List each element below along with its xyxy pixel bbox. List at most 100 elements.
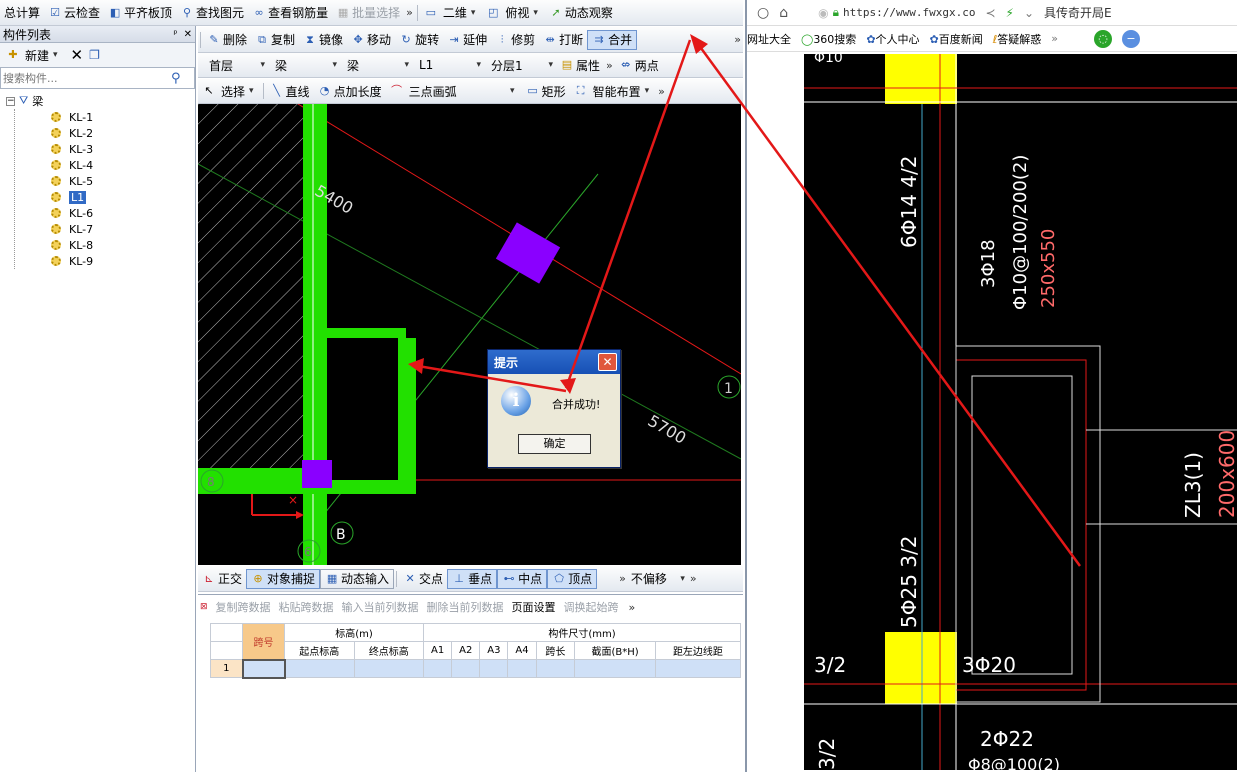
mirror-button[interactable]: ⧗ 镜像: [299, 30, 347, 50]
dialog-close-button[interactable]: ✕: [598, 353, 617, 371]
two-points-button[interactable]: ⇎ 两点: [615, 55, 663, 75]
cell[interactable]: [535, 659, 576, 678]
cell[interactable]: [284, 659, 355, 678]
dynamic-input-toggle[interactable]: ▦ 动态输入: [320, 568, 395, 589]
tree-item[interactable]: KL-2: [51, 125, 195, 141]
view-rebar-button[interactable]: ∞ 查看钢筋量: [248, 3, 332, 23]
delete-column-button[interactable]: 删除当前列数据: [427, 599, 504, 615]
vertex-snap[interactable]: ⬠ 顶点: [547, 568, 598, 589]
select-tool-button[interactable]: ↖ 选择: [198, 81, 261, 101]
type-dropdown[interactable]: 梁: [344, 56, 412, 74]
find-element-button[interactable]: ⚲ 查找图元: [176, 3, 248, 23]
rect-tool-button[interactable]: ▭ 矩形: [522, 81, 570, 101]
bookmark-2[interactable]: ◯360搜索: [801, 31, 856, 47]
break-button[interactable]: ⇹ 打断: [539, 30, 587, 50]
paste-span-button[interactable]: 粘贴跨数据: [279, 599, 334, 615]
trim-button[interactable]: ⫶ 修剪: [491, 30, 539, 50]
pin-icon[interactable]: ᵖ: [173, 29, 177, 40]
cell[interactable]: [451, 659, 481, 678]
perpendicular-snap[interactable]: ⊥ 垂点: [447, 568, 498, 589]
tree-item[interactable]: L1: [51, 189, 195, 205]
share-icon[interactable]: ≺: [985, 6, 995, 20]
merge-button[interactable]: ⇉ 合并: [587, 29, 638, 50]
home-icon[interactable]: ⌂: [779, 5, 788, 21]
move-button[interactable]: ✥ 移动: [347, 30, 395, 50]
delete-component-icon[interactable]: ✕: [71, 46, 84, 64]
wechat-icon[interactable]: ◌: [1094, 29, 1113, 48]
line-tool-button[interactable]: ╲ 直线: [266, 81, 314, 101]
bookmark-5[interactable]: ℓ答疑解惑: [993, 31, 1042, 47]
new-component-button[interactable]: ✚ 新建: [2, 45, 65, 65]
bookmark-1[interactable]: 网址大全: [747, 31, 791, 47]
copy-span-button[interactable]: 复制跨数据: [216, 599, 271, 615]
dialog-ok-button[interactable]: 确定: [518, 434, 591, 454]
cell[interactable]: [353, 659, 425, 678]
object-snap-toggle[interactable]: ⊕ 对象捕捉: [246, 568, 321, 589]
member-dropdown[interactable]: L1: [416, 56, 484, 74]
tree-item[interactable]: KL-4: [51, 157, 195, 173]
table-row[interactable]: 1: [210, 658, 742, 679]
grid-close-icon[interactable]: ⊠: [200, 602, 208, 612]
snap-more-icon[interactable]: »: [617, 572, 628, 585]
intersection-snap[interactable]: ✕ 交点: [399, 569, 447, 589]
floor-dropdown[interactable]: 首层: [206, 56, 268, 74]
bookmarks-more-icon[interactable]: »: [1051, 32, 1058, 45]
view-mode-dropdown[interactable]: ▭ 二维: [420, 3, 483, 23]
snap-more2-icon[interactable]: »: [688, 572, 699, 585]
search-icon[interactable]: ⚲: [171, 71, 181, 86]
lightning-icon[interactable]: ⚡︎: [1006, 6, 1014, 20]
ortho-toggle[interactable]: ⊾ 正交: [198, 569, 246, 589]
input-column-button[interactable]: 输入当前列数据: [342, 599, 419, 615]
layer-dropdown[interactable]: 分层1: [488, 56, 556, 74]
align-slab-top-button[interactable]: ◧ 平齐板顶: [104, 3, 176, 23]
chevron-down-icon[interactable]: ⌄: [1024, 6, 1034, 20]
swap-start-span-button[interactable]: 调换起始跨: [564, 599, 619, 615]
cell-span-number[interactable]: [241, 658, 286, 679]
minus-circle-icon[interactable]: −: [1122, 29, 1141, 48]
page-setup-button[interactable]: 页面设置: [512, 599, 556, 615]
arc-tool-dropdown[interactable]: ⌒ 三点画弧: [386, 81, 522, 101]
offset-dropdown[interactable]: 不偏移: [628, 570, 688, 588]
batch-select-button[interactable]: ▦ 批量选择: [332, 3, 404, 23]
point-length-button[interactable]: ◔ 点加长度: [314, 81, 386, 101]
calc-all-button[interactable]: 总计算: [0, 3, 44, 23]
rotate-button[interactable]: ↻ 旋转: [395, 30, 443, 50]
draw-more-icon[interactable]: »: [656, 85, 667, 98]
cell[interactable]: [574, 659, 656, 678]
edit-toolbar-more-icon[interactable]: »: [732, 33, 743, 46]
extend-button[interactable]: ⇥ 延伸: [443, 30, 491, 50]
copy-component-icon[interactable]: ❐: [89, 48, 100, 62]
collapse-icon[interactable]: −: [6, 96, 15, 106]
tree-item[interactable]: KL-7: [51, 221, 195, 237]
filter-more-icon[interactable]: »: [604, 59, 615, 72]
dynamic-view-button[interactable]: ➚ 动态观察: [545, 3, 617, 23]
category-dropdown[interactable]: 梁: [272, 56, 340, 74]
tree-root-beam[interactable]: − ⛛ 梁: [6, 93, 195, 109]
refresh-icon[interactable]: ○: [757, 5, 769, 21]
copy-button[interactable]: ⧉ 复制: [251, 30, 299, 50]
tree-item[interactable]: KL-1: [51, 109, 195, 125]
tree-item[interactable]: KL-9: [51, 253, 195, 269]
tree-item[interactable]: KL-6: [51, 205, 195, 221]
drawing-canvas[interactable]: 5400 5700 1 B 8 6 ×: [198, 104, 741, 565]
view-direction-dropdown[interactable]: ◰ 俯视: [482, 3, 545, 23]
grid-more-icon[interactable]: »: [627, 601, 638, 614]
cell[interactable]: [423, 659, 453, 678]
smart-layout-button[interactable]: ⛶ 智能布置: [570, 81, 657, 101]
delete-button[interactable]: ✎ 删除: [203, 30, 251, 50]
tree-item[interactable]: KL-5: [51, 173, 195, 189]
cell[interactable]: [507, 659, 537, 678]
url-field[interactable]: https://www.fwxgx.co: [843, 6, 975, 19]
cell[interactable]: [654, 659, 742, 678]
midpoint-snap[interactable]: ⊷ 中点: [497, 568, 548, 589]
bookmark-4[interactable]: ✿百度新闻: [930, 31, 983, 47]
tree-item[interactable]: KL-8: [51, 237, 195, 253]
toolbar-more-icon[interactable]: »: [404, 6, 415, 19]
properties-button[interactable]: ▤ 属性: [556, 55, 604, 75]
cell[interactable]: [479, 659, 509, 678]
panel-close-icon[interactable]: ✕: [184, 29, 192, 40]
tree-item[interactable]: KL-3: [51, 141, 195, 157]
bookmark-3[interactable]: ✿个人中心: [866, 31, 919, 47]
cloud-check-button[interactable]: ☑ 云检查: [44, 3, 104, 23]
search-input[interactable]: [1, 71, 171, 85]
